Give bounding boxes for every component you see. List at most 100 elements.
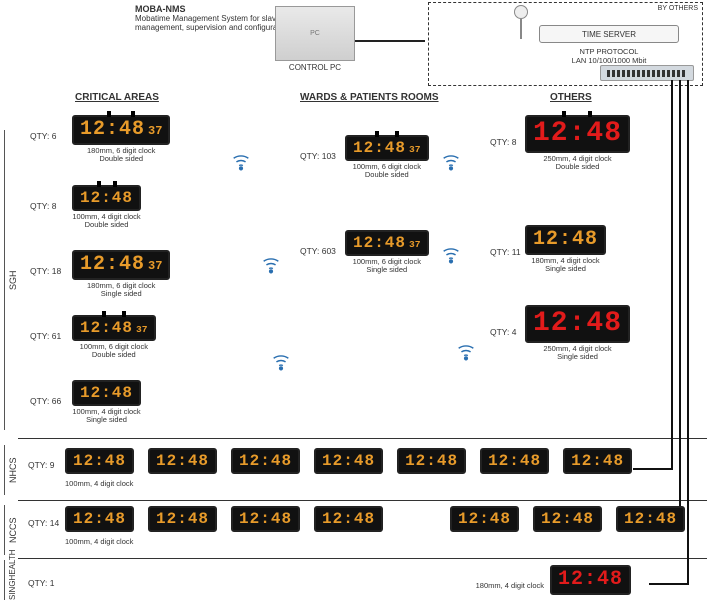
clock-item: 12:4837 100mm, 6 digit clockDouble sided xyxy=(345,135,429,180)
digital-clock: 12:48 xyxy=(231,506,300,532)
trunk-line xyxy=(687,80,689,585)
clock-time: 12:48 xyxy=(80,120,145,140)
digital-clock: 12:4837 xyxy=(345,230,429,256)
clock-item: 12:48 100mm, 4 digit clockDouble sided xyxy=(72,185,141,230)
clock-time: 12:48 xyxy=(322,453,375,469)
digital-clock: 12:4837 xyxy=(72,250,170,280)
clock-time: 12:48 xyxy=(488,453,541,469)
nccs-row-left: 12:48 12:48 12:48 12:48 xyxy=(65,506,383,532)
digital-clock: 12:4837 xyxy=(72,315,156,341)
section-divider xyxy=(18,438,707,439)
clock-caption: 250mm, 4 digit clockSingle sided xyxy=(525,345,630,362)
network-switch-icon xyxy=(600,65,694,81)
clock-time: 12:48 xyxy=(156,511,209,527)
digital-clock: 12:4837 xyxy=(72,115,170,145)
clock-caption: 250mm, 4 digit clockDouble sided xyxy=(525,155,630,172)
clock-caption: 180mm, 6 digit clockSingle sided xyxy=(72,282,170,299)
qty-label: QTY: 4 xyxy=(490,327,516,337)
clock-time: 12:48 xyxy=(322,511,375,527)
clock-item: 12:48 250mm, 4 digit clockDouble sided xyxy=(525,115,630,172)
clock-item: 12:4837 100mm, 6 digit clockSingle sided xyxy=(345,230,429,275)
clock-caption: 180mm, 4 digit clockSingle sided xyxy=(525,257,606,274)
clock-time: 12:48 xyxy=(80,320,133,336)
digital-clock: 12:48 xyxy=(72,380,141,406)
digital-clock: 12:48 xyxy=(525,115,630,153)
qty-label: QTY: 103 xyxy=(300,151,336,161)
section-divider xyxy=(18,558,707,559)
clock-time: 12:48 xyxy=(239,511,292,527)
digital-clock: 12:48 xyxy=(65,448,134,474)
section-label-nhcs: NHCS xyxy=(4,445,18,495)
time-server-labels: NTP PROTOCOL LAN 10/100/1000 Mbit xyxy=(539,47,679,65)
clock-time: 12:48 xyxy=(353,235,406,251)
clock-item: 12:4837 100mm, 6 digit clockDouble sided xyxy=(72,315,156,360)
diagram-root: MOBA-NMS Mobatime Management System for … xyxy=(0,0,715,607)
clock-seconds: 37 xyxy=(409,240,421,250)
qty-label: QTY: 14 xyxy=(28,518,59,528)
digital-clock: 12:48 xyxy=(525,305,630,343)
clock-time: 12:48 xyxy=(80,255,145,275)
qty-label: QTY: 66 xyxy=(30,396,61,406)
control-pc-image: PC xyxy=(275,6,355,61)
top-bar: MOBA-NMS Mobatime Management System for … xyxy=(0,0,715,90)
clock-seconds: 37 xyxy=(409,145,421,155)
clock-seconds: 37 xyxy=(148,125,162,137)
clock-time: 12:48 xyxy=(353,140,406,156)
section-label-sgh: SGH xyxy=(4,130,18,430)
clock-item: 12:48 180mm, 4 digit clockSingle sided xyxy=(525,225,606,274)
wifi-icon xyxy=(260,253,282,275)
clock-item: 12:4837 180mm, 6 digit clockSingle sided xyxy=(72,250,170,299)
clock-caption: 180mm, 6 digit clockDouble sided xyxy=(72,147,170,164)
wire-pc-to-server xyxy=(355,40,425,42)
clock-time: 12:48 xyxy=(156,453,209,469)
section-label-singhealth: SINGHEALTH xyxy=(4,560,17,600)
clock-time: 12:48 xyxy=(80,385,133,401)
digital-clock: 12:48 xyxy=(231,448,300,474)
digital-clock: 12:48 xyxy=(533,506,602,532)
header-others: OTHERS xyxy=(550,92,592,103)
nccs-row-right: 12:4812:4812:48 xyxy=(450,506,685,532)
clock-item: 12:4837 180mm, 6 digit clockDouble sided xyxy=(72,115,170,164)
clock-seconds: 37 xyxy=(136,325,148,335)
qty-label: QTY: 603 xyxy=(300,246,336,256)
clock-time: 12:48 xyxy=(80,190,133,206)
trunk-line xyxy=(633,468,673,470)
control-pc-label: CONTROL PC xyxy=(275,63,355,72)
clock-caption: 100mm, 6 digit clockSingle sided xyxy=(345,258,429,275)
wifi-icon xyxy=(455,340,477,362)
digital-clock: 12:48 xyxy=(148,506,217,532)
clock-time: 12:48 xyxy=(73,453,126,469)
digital-clock: 12:48 xyxy=(314,506,383,532)
clock-caption: 100mm, 6 digit clockDouble sided xyxy=(345,163,429,180)
clock-item: 12:48 100mm, 4 digit clockSingle sided xyxy=(72,380,141,425)
time-server-box: BY OTHERS TIME SERVER NTP PROTOCOL LAN 1… xyxy=(428,2,703,86)
clock-caption: 100mm, 4 digit clock xyxy=(65,538,145,546)
digital-clock: 12:48 xyxy=(616,506,685,532)
clock-time: 12:48 xyxy=(239,453,292,469)
clock-item: 12:48 xyxy=(550,565,631,595)
clock-seconds: 37 xyxy=(148,260,162,272)
digital-clock: 12:48 xyxy=(550,565,631,595)
control-pc: PC CONTROL PC xyxy=(275,6,355,72)
qty-label: QTY: 8 xyxy=(490,137,516,147)
clock-item: 12:48 250mm, 4 digit clockSingle sided xyxy=(525,305,630,362)
time-server-device: TIME SERVER xyxy=(539,25,679,43)
clock-caption: 100mm, 4 digit clockSingle sided xyxy=(72,408,141,425)
gps-pole xyxy=(520,19,522,39)
digital-clock: 12:48 xyxy=(525,225,606,255)
clock-time: 12:48 xyxy=(624,511,677,527)
digital-clock: 12:48 xyxy=(397,448,466,474)
qty-label: QTY: 8 xyxy=(30,201,56,211)
digital-clock: 12:48 xyxy=(148,448,217,474)
wifi-icon xyxy=(440,150,462,172)
digital-clock: 12:48 xyxy=(65,506,134,532)
digital-clock: 12:48 xyxy=(480,448,549,474)
digital-clock: 12:48 xyxy=(563,448,632,474)
clock-caption: 100mm, 6 digit clockDouble sided xyxy=(72,343,156,360)
clock-caption: 100mm, 4 digit clockDouble sided xyxy=(72,213,141,230)
clock-time: 12:48 xyxy=(541,511,594,527)
header-wards: WARDS & PATIENTS ROOMS xyxy=(300,92,439,103)
clock-caption: 180mm, 4 digit clock xyxy=(458,582,544,590)
wifi-icon xyxy=(440,243,462,265)
trunk-line xyxy=(649,583,689,585)
